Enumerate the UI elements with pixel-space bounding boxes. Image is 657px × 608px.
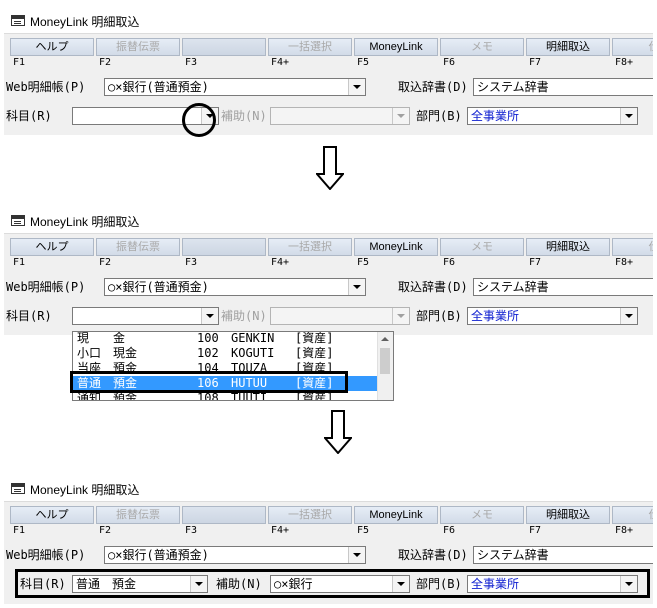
window-title: MoneyLink 明細取込 xyxy=(30,15,140,29)
aux-select[interactable] xyxy=(270,307,410,325)
chevron-down-icon xyxy=(348,79,365,95)
department-label: 部門(B) xyxy=(416,109,462,123)
subject-label: 科目(R) xyxy=(6,109,52,123)
dictionary-select[interactable]: システム辞書 xyxy=(473,546,653,564)
chevron-down-icon xyxy=(620,108,637,124)
chevron-down-icon xyxy=(348,279,365,295)
down-arrow-icon xyxy=(324,410,352,454)
web-account-select[interactable]: ○×銀行(普通預金) xyxy=(104,78,366,96)
fkey-bulk-select[interactable]: 一括選択 F4+ xyxy=(268,238,352,269)
fkey-f3[interactable]: F3 xyxy=(182,238,266,269)
department-label: 部門(B) xyxy=(416,309,462,323)
title-bar: MoneyLink 明細取込 xyxy=(4,8,653,34)
fkey-import[interactable]: 明細取込 F7 xyxy=(526,238,610,269)
fkey-f8[interactable]: 仕F8+ xyxy=(612,38,653,69)
fkey-f8[interactable]: 仕F8+ xyxy=(612,238,653,269)
fkey-transfer-slip[interactable]: 振替伝票 F2 xyxy=(96,38,180,69)
web-account-select[interactable]: ○×銀行(普通預金) xyxy=(104,278,366,296)
subject-label: 科目(R) xyxy=(6,309,52,323)
aux-label: 補助(N) xyxy=(221,309,267,323)
dictionary-select[interactable]: システム辞書 xyxy=(473,78,653,96)
fkey-help[interactable]: ヘルプ F1 xyxy=(10,38,94,69)
subject-select[interactable] xyxy=(72,307,219,325)
fkey-memo[interactable]: メモ F6 xyxy=(440,38,524,69)
window-icon xyxy=(11,483,25,494)
aux-select[interactable] xyxy=(270,107,410,125)
selected-item-highlight-box xyxy=(70,371,348,393)
fkey-bulk-select[interactable]: 一括選択 F4+ xyxy=(268,38,352,69)
row-account: Web明細帳(P) ○×銀行(普通預金) 取込辞書(D) システム辞書 xyxy=(4,277,653,297)
fkey-f8[interactable]: 仕F8+ xyxy=(612,506,653,537)
fkey-transfer-slip[interactable]: 振替伝票 F2 xyxy=(96,238,180,269)
fkey-bulk-select[interactable]: 一括選択 F4+ xyxy=(268,506,352,537)
scroll-thumb xyxy=(380,348,390,374)
fkey-moneylink[interactable]: MoneyLink F5 xyxy=(354,506,438,537)
dictionary-label: 取込辞書(D) xyxy=(398,548,468,562)
row-subject: 科目(R) 補助(N) 部門(B) 全事業所 xyxy=(4,306,653,326)
fkey-moneylink[interactable]: MoneyLink F5 xyxy=(354,38,438,69)
title-bar: MoneyLink 明細取込 xyxy=(4,476,653,502)
scroll-up-icon xyxy=(381,337,389,341)
chevron-down-icon xyxy=(620,308,637,324)
fkey-import[interactable]: 明細取込 F7 xyxy=(526,506,610,537)
chevron-down-icon xyxy=(392,108,409,124)
down-arrow-icon xyxy=(316,146,344,190)
dropdown-button-highlight-circle xyxy=(182,103,216,137)
fkey-f3[interactable]: F3 xyxy=(182,506,266,537)
fkey-transfer-slip[interactable]: 振替伝票 F2 xyxy=(96,506,180,537)
fkey-help[interactable]: ヘルプ F1 xyxy=(10,238,94,269)
dropdown-scrollbar[interactable] xyxy=(377,332,393,400)
panel-step-1: MoneyLink 明細取込 ヘルプ F1 振替伝票 F2 F3 一括選択 F4+ M… xyxy=(4,8,653,135)
chevron-down-icon xyxy=(392,308,409,324)
chevron-down-icon xyxy=(348,547,365,563)
fkey-moneylink[interactable]: MoneyLink F5 xyxy=(354,238,438,269)
department-select[interactable]: 全事業所 xyxy=(467,107,638,125)
web-account-label: Web明細帳(P) xyxy=(6,280,86,294)
row-account: Web明細帳(P) ○×銀行(普通預金) 取込辞書(D) システム辞書 xyxy=(4,77,653,97)
row-account: Web明細帳(P) ○×銀行(普通預金) 取込辞書(D) システム辞書 xyxy=(4,545,653,565)
dictionary-label: 取込辞書(D) xyxy=(398,80,468,94)
dictionary-label: 取込辞書(D) xyxy=(398,280,468,294)
web-account-select[interactable]: ○×銀行(普通預金) xyxy=(104,546,366,564)
department-select[interactable]: 全事業所 xyxy=(467,307,638,325)
chevron-down-icon xyxy=(201,308,218,324)
window-title: MoneyLink 明細取込 xyxy=(30,215,140,229)
fkey-import[interactable]: 明細取込 F7 xyxy=(526,38,610,69)
web-account-label: Web明細帳(P) xyxy=(6,80,86,94)
fkey-memo[interactable]: メモ F6 xyxy=(440,506,524,537)
fkey-memo[interactable]: メモ F6 xyxy=(440,238,524,269)
list-item[interactable]: 小口 現金 102 KOGUTI [資産] xyxy=(73,346,377,361)
list-item[interactable]: 現 金 100 GENKIN [資産] xyxy=(73,332,377,346)
aux-label: 補助(N) xyxy=(221,109,267,123)
result-row-highlight-box xyxy=(15,569,650,598)
dictionary-select[interactable]: システム辞書 xyxy=(473,278,653,296)
window-icon xyxy=(11,215,25,226)
window-title: MoneyLink 明細取込 xyxy=(30,483,140,497)
web-account-label: Web明細帳(P) xyxy=(6,548,86,562)
window-icon xyxy=(11,15,25,26)
title-bar: MoneyLink 明細取込 xyxy=(4,208,653,234)
fkey-help[interactable]: ヘルプ F1 xyxy=(10,506,94,537)
panel-step-2: MoneyLink 明細取込 ヘルプ F1 振替伝票 F2 F3 一括選択 F4+ M… xyxy=(4,208,653,335)
fkey-f3[interactable]: F3 xyxy=(182,38,266,69)
row-subject: 科目(R) 補助(N) 部門(B) 全事業所 xyxy=(4,106,653,126)
